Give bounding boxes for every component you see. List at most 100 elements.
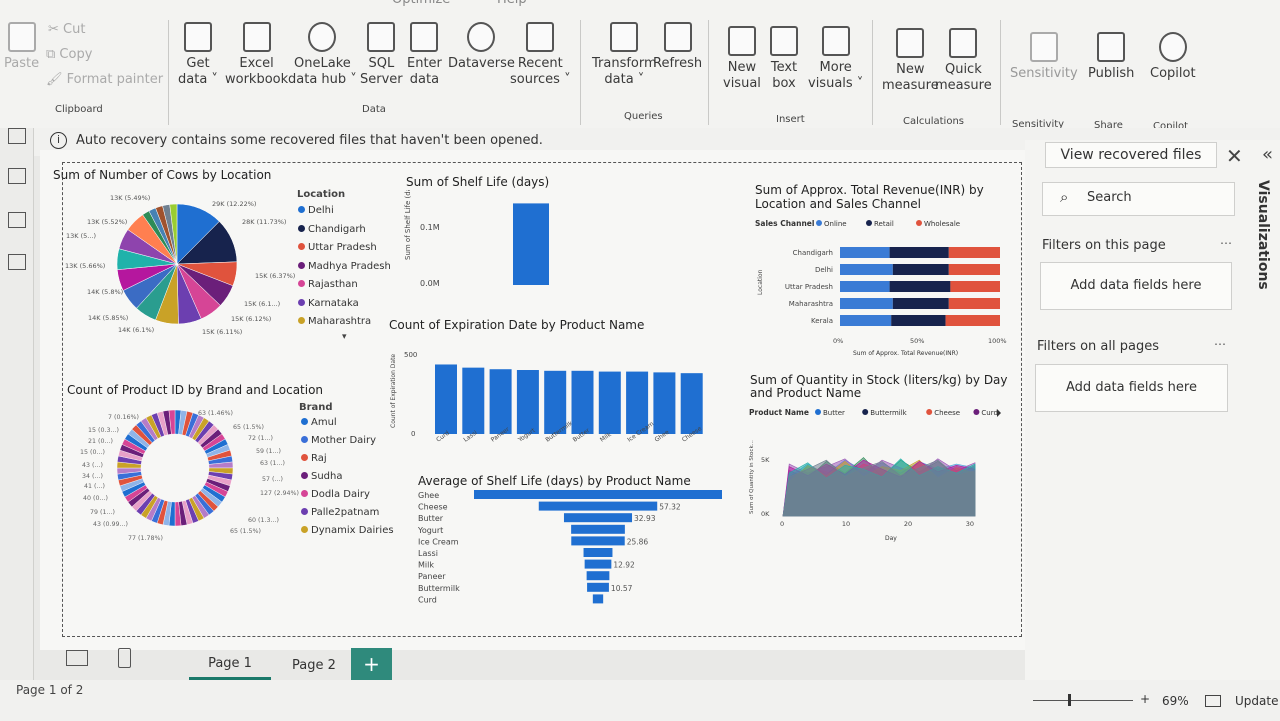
- copy-button[interactable]: ⧉ Copy: [46, 47, 92, 63]
- pie-data-label: 15K (6.37%): [255, 272, 295, 280]
- update-button[interactable]: Update: [1235, 694, 1278, 708]
- legend-label: Delhi: [308, 205, 334, 216]
- legend-item[interactable]: Raj: [301, 453, 327, 464]
- donut-data-label: 77 (1.78%): [128, 535, 163, 542]
- refresh-button[interactable]: Refresh: [653, 22, 702, 72]
- tab-optimize[interactable]: Optimize: [392, 0, 450, 8]
- separator: [580, 20, 581, 125]
- paste-button[interactable]: Paste: [4, 22, 39, 72]
- page-view-icon[interactable]: [118, 648, 131, 668]
- bar-segment: [840, 298, 893, 309]
- category-label: Kerala: [811, 317, 833, 325]
- format-painter-button[interactable]: 🖌 Format painter: [46, 72, 163, 88]
- status-bar: Page 1 of 2 + 69% Update: [0, 680, 1280, 721]
- dax-query-view-icon[interactable]: [8, 254, 26, 270]
- new-visual-button[interactable]: New visual: [723, 26, 761, 92]
- report-view-icon[interactable]: [8, 128, 26, 144]
- brand-chart-title: Count of Product ID by Brand and Locatio…: [67, 383, 324, 397]
- zoom-slider-handle[interactable]: [1068, 694, 1071, 706]
- more-visuals-button[interactable]: More visuals ˅: [808, 26, 863, 92]
- legend-item[interactable]: Dodla Dairy: [301, 489, 370, 500]
- quantity-y-axis: Sum of Quantity in Stock...: [749, 440, 755, 514]
- calculator-icon: [896, 28, 925, 58]
- recent-sources-button[interactable]: Recent sources ˅: [510, 22, 571, 88]
- expiration-chart[interactable]: Count of Expiration Date 500 0 Curd Lassi…: [385, 338, 725, 463]
- add-page-button[interactable]: +: [351, 648, 392, 682]
- legend-item[interactable]: Uttar Pradesh: [298, 242, 377, 253]
- onelake-button[interactable]: OneLake data hub ˅: [288, 22, 357, 88]
- tab-page-1[interactable]: Page 1: [189, 656, 271, 680]
- transform-data-button[interactable]: Transform data ˅: [592, 22, 657, 88]
- model-view-icon[interactable]: [8, 212, 26, 228]
- search-input[interactable]: ⌕ Search: [1042, 182, 1235, 216]
- legend-item[interactable]: Chandigarh: [298, 224, 366, 235]
- shelf-life-title: Sum of Shelf Life (days): [406, 175, 550, 189]
- table-view-icon[interactable]: [8, 168, 26, 184]
- add-fields-page-dropzone[interactable]: Add data fields here: [1040, 262, 1232, 310]
- zoom-slider[interactable]: [1033, 700, 1133, 701]
- category-label: Butter: [418, 514, 444, 523]
- legend-label: Mother Dairy: [311, 435, 377, 446]
- legend-item[interactable]: Karnataka: [298, 298, 359, 309]
- tab-page-2[interactable]: Page 2: [292, 658, 336, 673]
- legend-item[interactable]: Delhi: [298, 205, 334, 216]
- more-options-icon[interactable]: ⋯: [1214, 337, 1226, 351]
- legend-item[interactable]: Mother Dairy: [301, 435, 376, 446]
- mobile-layout-icon[interactable]: [66, 650, 88, 666]
- legend-item[interactable]: Rajasthan: [298, 279, 358, 290]
- visualizations-pane-title[interactable]: Visualizations: [1255, 180, 1271, 290]
- view-recovered-files-button[interactable]: View recovered files: [1045, 142, 1217, 168]
- bar-segment: [950, 281, 1000, 292]
- avg-shelf-funnel[interactable]: Ghee Cheese Butter Yogurt Ice Cream Lassi Milk…: [415, 488, 735, 613]
- data-label: 25.86: [627, 537, 649, 546]
- legend-item[interactable]: Maharashtra: [298, 316, 371, 327]
- bar: [489, 369, 512, 434]
- get-data-button[interactable]: Get data ˅: [178, 22, 218, 88]
- fit-to-page-icon[interactable]: [1205, 695, 1221, 707]
- sensitivity-button[interactable]: Sensitivity: [1010, 32, 1078, 82]
- bar-segment: [840, 281, 890, 292]
- legend-label: Retail: [874, 220, 894, 228]
- enter-data-button[interactable]: Enter data: [407, 22, 442, 88]
- page-indicator: Page 1 of 2: [16, 683, 84, 697]
- more-options-icon[interactable]: ⋯: [1220, 236, 1232, 250]
- collapse-pane-icon[interactable]: «: [1262, 144, 1273, 165]
- pie-data-label: 14K (5.8%): [87, 288, 123, 296]
- copilot-button[interactable]: Copilot: [1150, 32, 1196, 82]
- text-box-button[interactable]: Text box: [770, 26, 798, 92]
- donut-data-label: 60 (1.3...): [248, 517, 279, 524]
- new-measure-button[interactable]: New measure: [882, 28, 939, 94]
- donut-data-label: 59 (1...): [256, 448, 281, 455]
- quick-measure-icon: [949, 28, 978, 58]
- bar-segment: [948, 247, 1000, 258]
- donut-data-label: 34 (...): [82, 473, 103, 480]
- legend-label: Dynamix Dairies: [311, 525, 394, 536]
- quantity-area-chart[interactable]: Product Name Butter Buttermilk Cheese Curd …: [745, 404, 1015, 549]
- legend-item[interactable]: Palle2patnam: [301, 507, 379, 518]
- legend-dot: [301, 508, 308, 515]
- brand-donut-chart[interactable]: 63 (1.46%)65 (1.5%)72 (1...)59 (1...)63 …: [70, 403, 300, 548]
- revenue-chart[interactable]: Sales Channel Online Retail Wholesale Loca…: [748, 215, 1016, 360]
- bar-segment: [945, 315, 1000, 326]
- legend-item[interactable]: Amul: [301, 417, 337, 428]
- legend-item[interactable]: Dynamix Dairies: [301, 525, 394, 536]
- zoom-in-icon[interactable]: +: [1140, 692, 1150, 706]
- close-icon[interactable]: ✕: [1226, 144, 1243, 168]
- shelf-life-chart[interactable]: Sum of Shelf Life (days) 0.1M 0.0M: [400, 190, 580, 300]
- publish-icon: [1097, 32, 1126, 62]
- legend-item[interactable]: Madhya Pradesh: [298, 261, 391, 272]
- add-fields-all-dropzone[interactable]: Add data fields here: [1035, 364, 1228, 412]
- legend-dot: [815, 409, 821, 415]
- publish-button[interactable]: Publish: [1088, 32, 1134, 82]
- dataverse-button[interactable]: Dataverse: [448, 22, 515, 72]
- cut-button[interactable]: ✂ Cut: [48, 22, 85, 38]
- excel-workbook-button[interactable]: Excel workbook: [225, 22, 288, 88]
- legend-more-chevron-icon[interactable]: ▾: [342, 332, 347, 342]
- cows-pie-chart[interactable]: 13K (5.49%) 29K (12.22%) 28K (11.73%) 15K (…: [60, 188, 300, 338]
- category-label: Yogurt: [417, 526, 443, 535]
- tab-help[interactable]: Help: [497, 0, 527, 8]
- legend-item[interactable]: Sudha: [301, 471, 343, 482]
- sql-server-button[interactable]: SQL Server: [360, 22, 403, 88]
- onelake-icon: [308, 22, 337, 52]
- quick-measure-button[interactable]: Quick measure: [935, 28, 992, 94]
